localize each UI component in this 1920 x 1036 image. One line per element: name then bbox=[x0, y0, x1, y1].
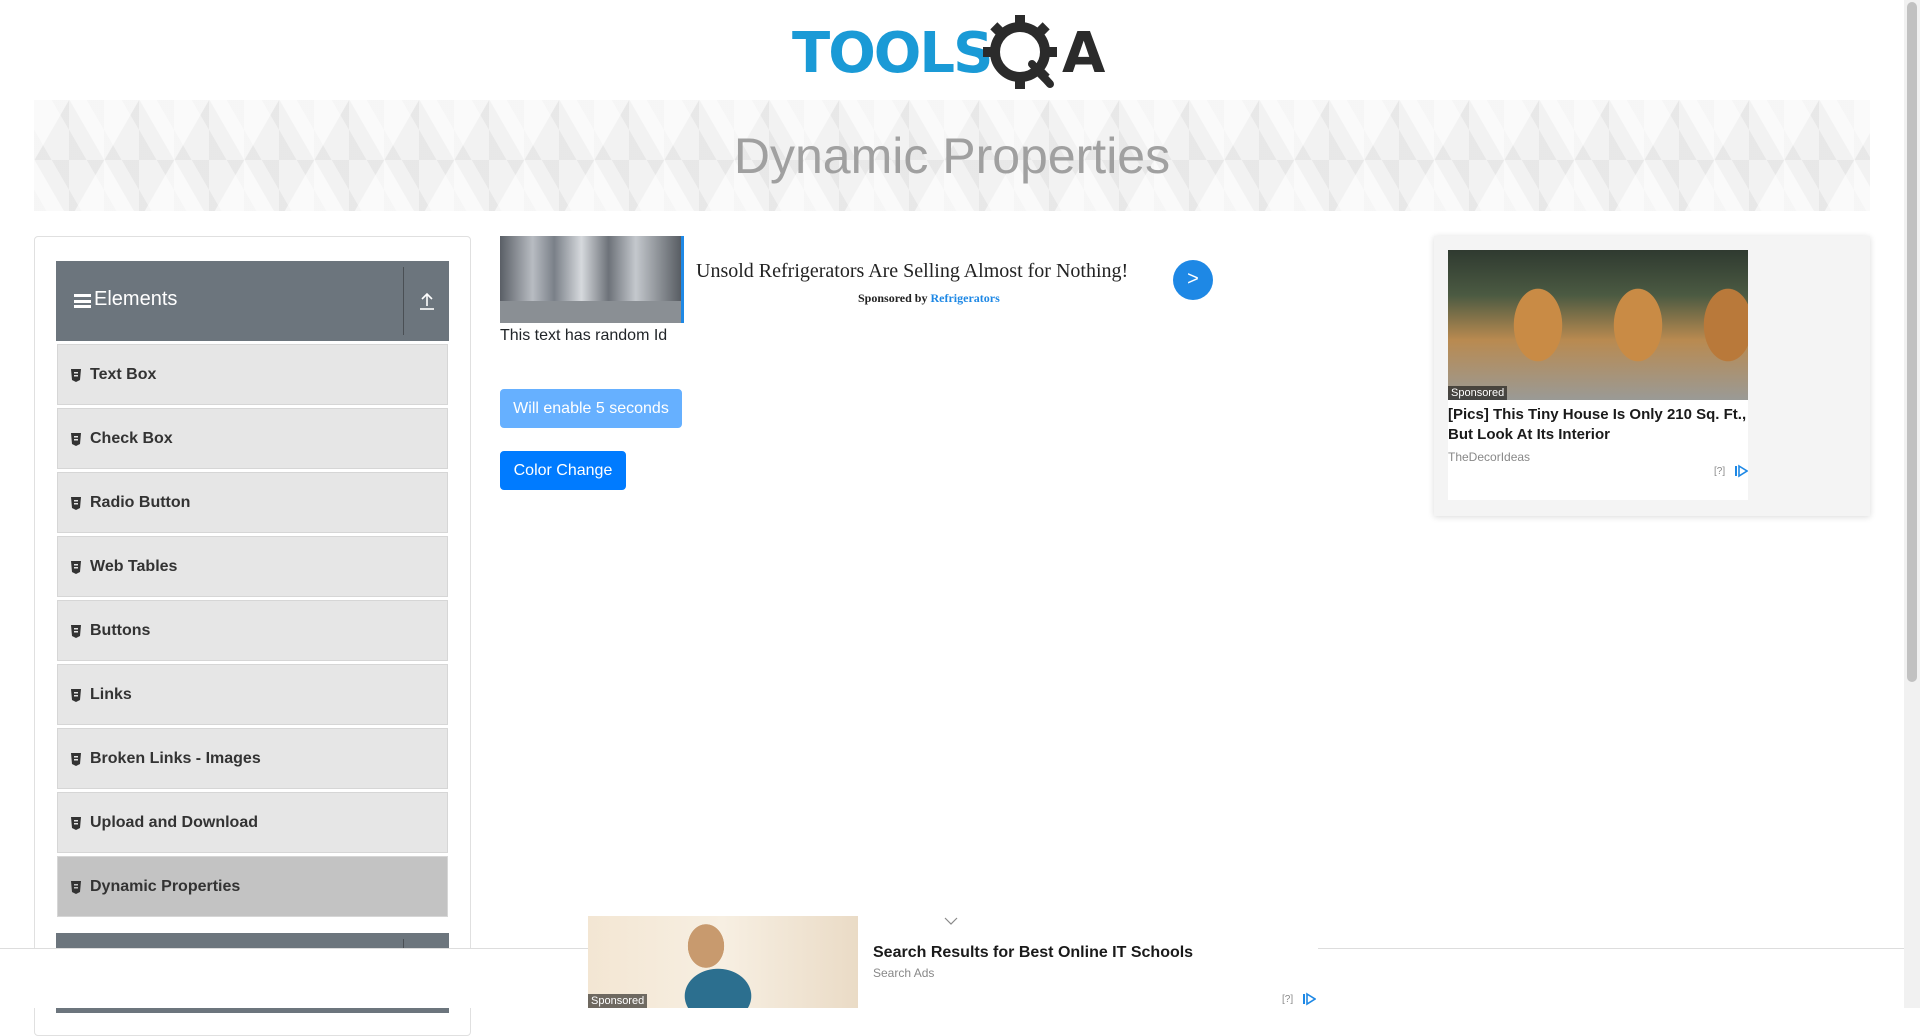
gear-icon bbox=[983, 15, 1057, 89]
ad-banner-bottom[interactable]: Sponsored Search Results for Best Online… bbox=[588, 916, 1318, 1008]
collapse-up-icon[interactable] bbox=[418, 291, 436, 311]
page-title: Dynamic Properties bbox=[733, 127, 1171, 184]
html5-icon bbox=[71, 753, 81, 766]
ad-source[interactable]: TheDecorIdeas bbox=[1448, 450, 1530, 464]
hamburger-icon bbox=[74, 294, 91, 308]
ad-headline[interactable]: Unsold Refrigerators Are Selling Almost … bbox=[696, 260, 1128, 283]
ad-banner-refrigerators[interactable]: Unsold Refrigerators Are Selling Almost … bbox=[500, 236, 1214, 323]
html5-icon bbox=[71, 497, 81, 510]
adchoices-icon[interactable] bbox=[1302, 992, 1316, 1006]
ad-thumbnail[interactable] bbox=[500, 236, 684, 323]
scrollbar-thumb[interactable] bbox=[1907, 2, 1917, 682]
html5-icon bbox=[71, 625, 81, 638]
random-id-text: This text has random Id bbox=[500, 327, 668, 344]
logo-text-a: A bbox=[1062, 21, 1106, 86]
menu-item-dynamic-properties[interactable]: Dynamic Properties bbox=[57, 856, 448, 917]
logo-text-tools: TOOLS bbox=[792, 21, 991, 86]
html5-icon bbox=[71, 689, 81, 702]
sponsored-tag: Sponsored bbox=[588, 994, 648, 1008]
menu-item-text-box[interactable]: Text Box bbox=[57, 344, 448, 405]
menu-item-label: Text Box bbox=[90, 366, 157, 383]
page-banner: Dynamic Properties bbox=[34, 100, 1870, 211]
ad-sponsor-name[interactable]: Refrigerators bbox=[930, 291, 999, 305]
html5-icon bbox=[71, 433, 81, 446]
menu-item-buttons[interactable]: Buttons bbox=[57, 600, 448, 661]
ad-panel-right: Sponsored [Pics] This Tiny House Is Only… bbox=[1434, 236, 1870, 516]
menu-item-radio-button[interactable]: Radio Button bbox=[57, 472, 448, 533]
site-header: TOOLS A bbox=[0, 0, 1904, 100]
adchoices-icon[interactable] bbox=[1734, 464, 1748, 478]
menu-item-label: Upload and Download bbox=[90, 814, 258, 831]
elements-group-header[interactable]: Elements bbox=[56, 261, 449, 341]
menu-item-broken-links-images[interactable]: Broken Links - Images bbox=[57, 728, 448, 789]
ad-sponsor: Sponsored by Refrigerators bbox=[858, 291, 1000, 306]
ad-go-button[interactable]: > bbox=[1173, 260, 1213, 300]
menu-item-label: Check Box bbox=[90, 430, 173, 447]
toolsqa-logo[interactable]: TOOLS A bbox=[792, 14, 1117, 92]
ad-info-link[interactable]: [?] bbox=[1714, 466, 1725, 477]
menu-item-label: Radio Button bbox=[90, 494, 191, 511]
ad-source[interactable]: Search Ads bbox=[873, 966, 934, 980]
ad-title[interactable]: Search Results for Best Online IT School… bbox=[873, 944, 1193, 962]
html5-icon bbox=[71, 369, 81, 382]
menu-item-label: Buttons bbox=[90, 622, 151, 639]
menu-item-check-box[interactable]: Check Box bbox=[57, 408, 448, 469]
ad-image[interactable] bbox=[1448, 250, 1748, 400]
sponsored-tag: Sponsored bbox=[1448, 386, 1508, 400]
ad-card[interactable]: Sponsored [Pics] This Tiny House Is Only… bbox=[1448, 250, 1748, 500]
html5-icon bbox=[71, 561, 81, 574]
html5-icon bbox=[71, 881, 81, 894]
header-divider bbox=[403, 267, 404, 335]
elements-menu: Text Box Check Box Radio Button Web Tabl… bbox=[57, 344, 448, 920]
color-change-button[interactable]: Color Change bbox=[500, 451, 626, 490]
left-panel: Elements Text Box Check Box Radio Button… bbox=[34, 236, 471, 1036]
html5-icon bbox=[71, 817, 81, 830]
menu-item-web-tables[interactable]: Web Tables bbox=[57, 536, 448, 597]
ad-info-link[interactable]: [?] bbox=[1282, 994, 1293, 1005]
enable-after-button[interactable]: Will enable 5 seconds bbox=[500, 389, 682, 428]
menu-item-label: Links bbox=[90, 686, 132, 703]
ad-sponsor-prefix: Sponsored by bbox=[858, 291, 928, 305]
page-scrollbar[interactable] bbox=[1904, 0, 1920, 1008]
menu-item-label: Web Tables bbox=[90, 558, 178, 575]
menu-item-label: Dynamic Properties bbox=[90, 878, 241, 895]
menu-item-label: Broken Links - Images bbox=[90, 750, 261, 767]
chevron-down-icon[interactable] bbox=[944, 916, 958, 926]
menu-item-links[interactable]: Links bbox=[57, 664, 448, 725]
ad-title[interactable]: [Pics] This Tiny House Is Only 210 Sq. F… bbox=[1448, 405, 1748, 445]
group-title: Elements bbox=[94, 288, 178, 310]
menu-item-upload-and-download[interactable]: Upload and Download bbox=[57, 792, 448, 853]
